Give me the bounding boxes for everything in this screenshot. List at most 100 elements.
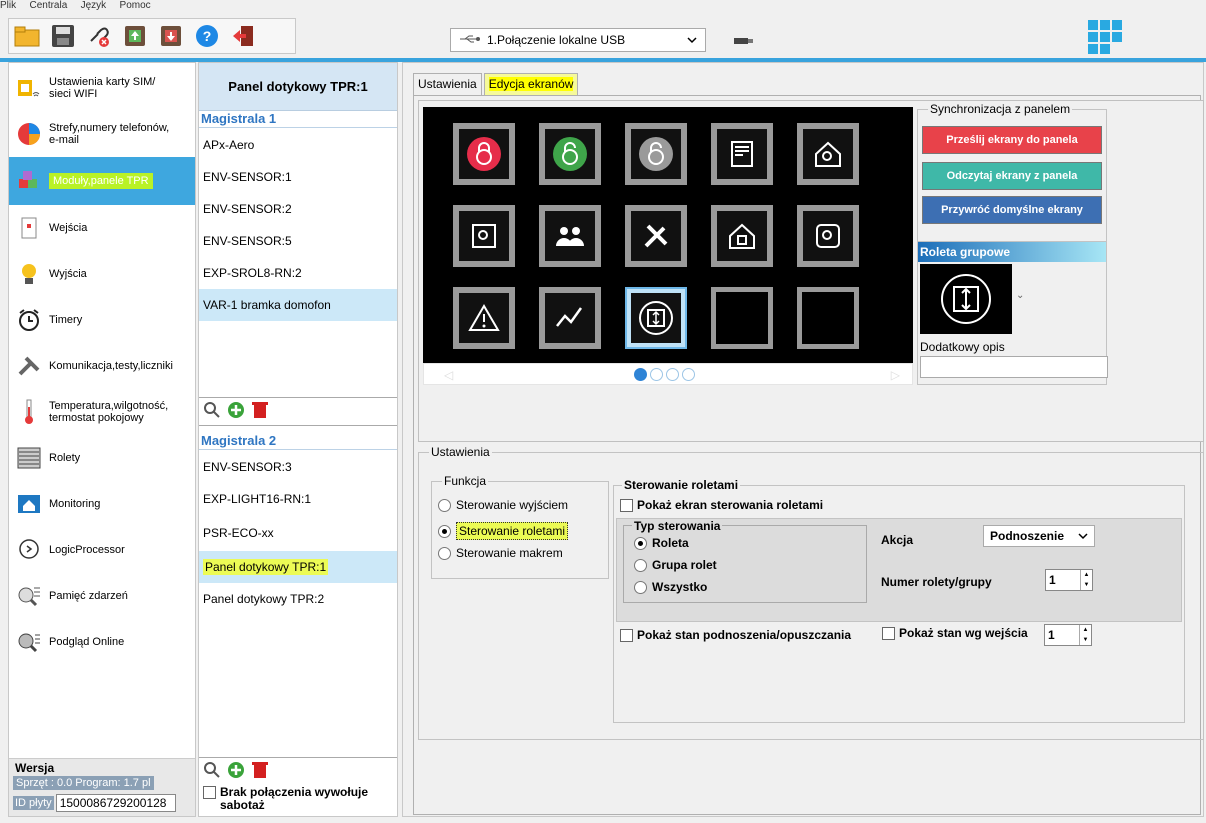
screen-tile[interactable]	[453, 123, 515, 185]
device-item[interactable]: EXP-SROL8-RN:2	[199, 257, 397, 289]
exit-icon[interactable]	[229, 22, 257, 50]
radio-button[interactable]	[438, 524, 451, 538]
tab-settings[interactable]: Ustawienia	[413, 73, 482, 95]
sidebar-item-label: Timery	[49, 314, 83, 326]
tab-screen-edit[interactable]: Edycja ekranów	[483, 73, 579, 95]
device-item[interactable]: ENV-SENSOR:5	[199, 225, 397, 257]
radio-button[interactable]	[438, 498, 451, 512]
next-arrow-icon[interactable]: ▷	[891, 368, 900, 382]
add-icon[interactable]	[227, 761, 245, 779]
delete-icon[interactable]	[251, 761, 269, 779]
screen-tile[interactable]	[797, 123, 859, 185]
menu-file[interactable]: Plik	[0, 0, 16, 11]
chevron-down-icon	[687, 33, 697, 47]
sidebar-item-timers[interactable]: Timery	[9, 297, 195, 343]
sidebar-item-blinds[interactable]: Rolety	[9, 435, 195, 481]
screen-tile[interactable]	[539, 123, 601, 185]
radio-label: Wszystko	[652, 580, 708, 594]
add-icon[interactable]	[227, 401, 245, 419]
page-dot[interactable]	[682, 368, 695, 381]
device-item[interactable]: APx-Aero	[199, 129, 397, 161]
action-select[interactable]: Podnoszenie	[983, 525, 1095, 547]
stepper-arrows-icon[interactable]: ▲ ▼	[1079, 625, 1091, 645]
stepper-arrows-icon[interactable]: ▲ ▼	[1080, 570, 1092, 590]
radio-button[interactable]	[634, 536, 647, 550]
screen-tile[interactable]	[711, 205, 773, 267]
extra-description-input[interactable]	[920, 356, 1108, 378]
screen-tile[interactable]	[453, 287, 515, 349]
device-item[interactable]: ENV-SENSOR:2	[199, 193, 397, 225]
screen-tile[interactable]	[625, 123, 687, 185]
delete-icon[interactable]	[251, 401, 269, 419]
radio-single-blind[interactable]: Roleta	[634, 536, 689, 550]
screen-tile-empty[interactable]	[711, 287, 773, 349]
radio-all-blinds[interactable]: Wszystko	[634, 580, 707, 594]
chevron-down-icon[interactable]: ⌄	[1016, 290, 1024, 301]
page-dot[interactable]	[634, 368, 647, 381]
sidebar-item-temperature[interactable]: Temperatura,wilgotność, termostat pokojo…	[9, 389, 195, 435]
show-state-checkbox[interactable]	[620, 628, 633, 642]
blind-number-stepper[interactable]: 1 ▲ ▼	[1045, 569, 1093, 591]
sidebar-item-modules[interactable]: Moduły,panele TPR	[9, 157, 195, 205]
tamper-checkbox[interactable]	[203, 786, 216, 799]
show-state-option[interactable]: Pokaż stan podnoszenia/opuszczania	[620, 628, 851, 642]
show-state-input-checkbox[interactable]	[882, 626, 895, 640]
read-screens-button[interactable]: Odczytaj ekrany z panela	[922, 162, 1102, 190]
download-from-panel-icon[interactable]	[157, 22, 185, 50]
board-id-value[interactable]: 1500086729200128	[55, 794, 176, 812]
radio-button[interactable]	[634, 580, 647, 594]
device-item[interactable]: EXP-LIGHT16-RN:1	[199, 483, 397, 515]
folder-open-icon[interactable]	[13, 22, 41, 50]
radio-blind-group[interactable]: Grupa rolet	[634, 558, 717, 572]
sidebar-item-sim[interactable]: Ustawienia karty SIM/ sieci WIFI	[9, 65, 195, 111]
menu-language[interactable]: Język	[81, 0, 107, 11]
device-item[interactable]: Panel dotykowy TPR:2	[199, 583, 397, 615]
tamper-option[interactable]: Brak połączenia wywołuje sabotaż	[203, 786, 393, 812]
prev-arrow-icon[interactable]: ◁	[444, 368, 453, 382]
device-item-selected[interactable]: Panel dotykowy TPR:1	[199, 551, 397, 583]
screen-tile[interactable]	[797, 205, 859, 267]
show-blinds-screen-option[interactable]: Pokaż ekran sterowania roletami	[620, 498, 823, 512]
show-blinds-screen-checkbox[interactable]	[620, 498, 633, 512]
sidebar-item-zones[interactable]: Strefy,numery telefonów, e-mail	[9, 111, 195, 157]
device-item[interactable]: PSR-ECO-xx	[199, 517, 397, 549]
connection-select[interactable]: 1.Połączenie lokalne USB	[450, 28, 706, 52]
send-screens-button[interactable]: Prześlij ekrany do panela	[922, 126, 1102, 154]
screen-tile[interactable]	[539, 287, 601, 349]
sidebar-item-outputs[interactable]: Wyjścia	[9, 251, 195, 297]
show-state-input-option[interactable]: Pokaż stan wg wejścia	[882, 626, 1028, 640]
radio-button[interactable]	[438, 546, 451, 560]
help-icon[interactable]: ?	[193, 22, 221, 50]
state-input-stepper[interactable]: 1 ▲ ▼	[1044, 624, 1092, 646]
screen-tile[interactable]	[453, 205, 515, 267]
sidebar-item-logic[interactable]: LogicProcessor	[9, 527, 195, 573]
page-dot[interactable]	[666, 368, 679, 381]
screen-tile[interactable]	[539, 205, 601, 267]
device-item[interactable]: ENV-SENSOR:1	[199, 161, 397, 193]
menu-central[interactable]: Centrala	[29, 0, 67, 11]
sidebar-item-communication[interactable]: Komunikacja,testy,liczniki	[9, 343, 195, 389]
tile-icon-preview[interactable]	[920, 264, 1012, 334]
radio-button[interactable]	[634, 558, 647, 572]
screen-tile-selected[interactable]	[625, 287, 687, 349]
upload-to-panel-icon[interactable]	[121, 22, 149, 50]
radio-macro-control[interactable]: Sterowanie makrem	[438, 546, 563, 560]
search-icon[interactable]	[203, 401, 221, 419]
screen-tile-empty[interactable]	[797, 287, 859, 349]
restore-screens-button[interactable]: Przywróć domyślne ekrany	[922, 196, 1102, 224]
page-dot[interactable]	[650, 368, 663, 381]
device-item[interactable]: ENV-SENSOR:3	[199, 451, 397, 483]
sidebar-item-events[interactable]: Pamięć zdarzeń	[9, 573, 195, 619]
device-item[interactable]: VAR-1 bramka domofon	[199, 289, 397, 321]
sidebar-item-online[interactable]: Podgląd Online	[9, 619, 195, 665]
radio-blinds-control[interactable]: Sterowanie roletami	[438, 522, 569, 540]
search-icon[interactable]	[203, 761, 221, 779]
menu-help[interactable]: Pomoc	[120, 0, 151, 11]
disconnect-icon[interactable]	[85, 22, 113, 50]
screen-tile[interactable]	[625, 205, 687, 267]
radio-output-control[interactable]: Sterowanie wyjściem	[438, 498, 568, 512]
screen-tile[interactable]	[711, 123, 773, 185]
save-icon[interactable]	[49, 22, 77, 50]
sidebar-item-monitoring[interactable]: Monitoring	[9, 481, 195, 527]
sidebar-item-inputs[interactable]: Wejścia	[9, 205, 195, 251]
